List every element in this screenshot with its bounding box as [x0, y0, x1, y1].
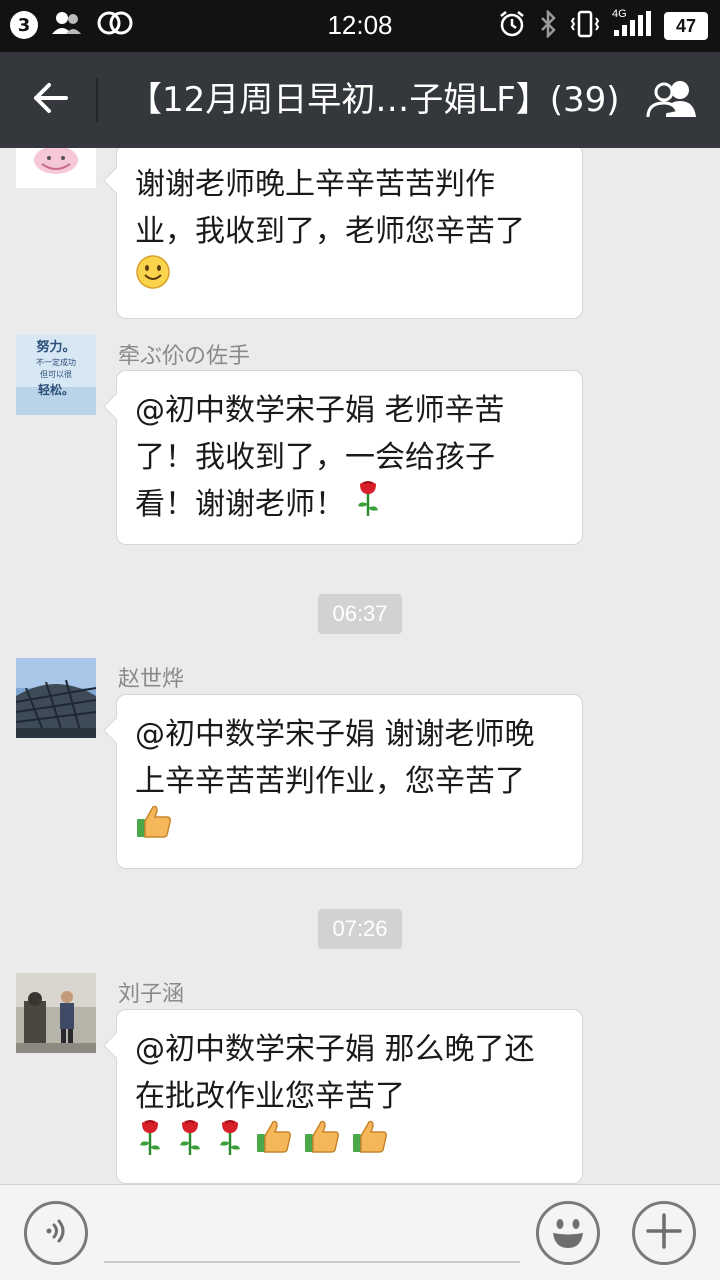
sender-name: 牵ぶ伱の佐手 — [118, 344, 251, 369]
timestamp: 07:26 — [318, 909, 402, 949]
more-actions-button[interactable] — [632, 1201, 696, 1265]
status-bar: 3 12:08 4G 47 — [0, 0, 720, 52]
group-info-button[interactable] — [642, 76, 702, 126]
message-text: 谢谢老师晚上辛辛苦苦判作 — [135, 167, 495, 202]
message-text: 看！谢谢老师！ — [135, 487, 345, 522]
thumbs-up-emoji-icon — [303, 1118, 341, 1170]
rose-emoji-icon — [135, 1117, 165, 1171]
avatar[interactable] — [16, 658, 96, 738]
chat-title: 【12月周日早初…子娟LF】(39) — [128, 80, 620, 120]
avatar[interactable]: 努力。 不一定成功 但可以很 轻松。 — [16, 335, 96, 415]
thumbs-up-emoji-icon — [135, 803, 173, 855]
chat-header: 【12月周日早初…子娟LF】(39) — [0, 52, 720, 148]
emoji-row — [135, 805, 564, 852]
sender-name: 刘子涵 — [118, 982, 185, 1007]
message-text: 在批改作业您辛苦了 — [135, 1079, 405, 1114]
voice-icon — [41, 1216, 71, 1250]
plus-icon — [644, 1211, 684, 1255]
thumbs-up-emoji-icon — [255, 1118, 293, 1170]
bluetooth-icon — [538, 8, 558, 42]
avatar-text: 不一定成功 — [36, 358, 76, 367]
message-bubble[interactable]: @初中数学宋子娟 谢谢老师晚 上辛辛苦苦判作业，您辛苦了 — [116, 694, 583, 869]
emoji-row — [135, 254, 564, 304]
back-button[interactable] — [22, 74, 78, 126]
chat-message-list[interactable]: 谢谢老师晚上辛辛苦苦判作 业，我收到了，老师您辛苦了 努力。 不一定成功 但可以… — [0, 148, 720, 1184]
message-text: 了！我收到了，一会给孩子 — [135, 440, 495, 475]
message-text: 上辛辛苦苦判作业，您辛苦了 — [135, 764, 525, 799]
thumbs-up-emoji-icon — [351, 1118, 389, 1170]
message-bubble[interactable]: 谢谢老师晚上辛辛苦苦判作 业，我收到了，老师您辛苦了 — [116, 148, 583, 319]
status-right-icons: 4G 47 — [498, 8, 708, 42]
alarm-icon — [498, 10, 526, 42]
vibrate-icon — [570, 10, 600, 42]
message-bubble[interactable]: @初中数学宋子娟 老师辛苦 了！我收到了，一会给孩子 看！谢谢老师！ — [116, 370, 583, 545]
emoji-icon — [543, 1206, 593, 1260]
message-text: @初中数学宋子娟 谢谢老师晚 — [135, 717, 535, 752]
emoji-row — [135, 1118, 564, 1170]
rose-emoji-icon — [215, 1117, 245, 1171]
network-type: 4G — [612, 8, 627, 20]
emoji-button[interactable] — [536, 1201, 600, 1265]
rose-emoji-icon — [175, 1117, 205, 1171]
voice-button[interactable] — [24, 1201, 88, 1265]
signal-icon: 4G — [612, 8, 652, 42]
rose-emoji-icon — [353, 478, 383, 532]
avatar-text: 但可以很 — [40, 370, 72, 379]
message-text-input[interactable] — [104, 1203, 520, 1263]
avatar-text: 努力。 — [36, 340, 76, 355]
emoji-row: 看！谢谢老师！ — [135, 480, 564, 528]
timestamp: 06:37 — [318, 594, 402, 634]
avatar-text: 轻松。 — [37, 383, 74, 397]
avatar[interactable] — [16, 973, 96, 1053]
message-text: 业，我收到了，老师您辛苦了 — [135, 214, 525, 249]
smile-emoji-icon — [135, 254, 171, 304]
message-text: @初中数学宋子娟 老师辛苦 — [135, 393, 505, 428]
group-members-icon — [644, 79, 700, 123]
message-input-bar — [0, 1184, 720, 1280]
battery-indicator: 47 — [664, 12, 708, 40]
avatar[interactable] — [16, 148, 96, 188]
message-bubble[interactable]: @初中数学宋子娟 那么晚了还 在批改作业您辛苦了 — [116, 1009, 583, 1184]
sender-name: 赵世烨 — [118, 667, 185, 692]
message-text: @初中数学宋子娟 那么晚了还 — [135, 1032, 535, 1067]
header-divider — [96, 78, 98, 122]
arrow-left-icon — [32, 82, 68, 118]
